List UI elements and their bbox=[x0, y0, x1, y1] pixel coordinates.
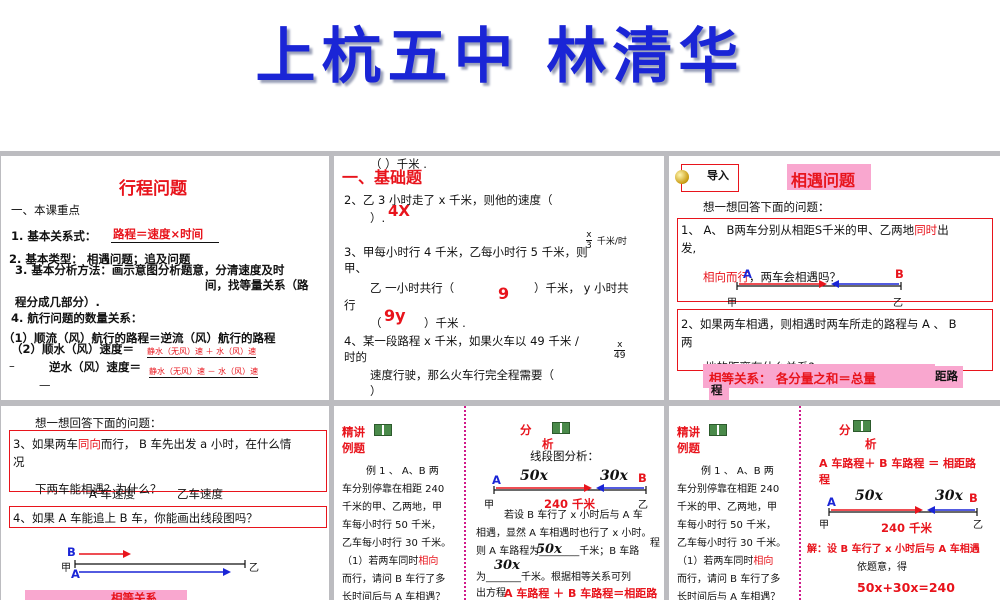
q3-line-c: 乙 一小时共行（ bbox=[370, 281, 455, 295]
q3-line-a: 3、甲每小时行 4 千米，乙每小时行 5 千米，则 bbox=[344, 245, 588, 259]
slide-meeting-problems[interactable]: 导入 相遇问题 想一想回答下面的问题： 1、 A、 B两车分别从相距S千米的甲、… bbox=[669, 156, 1000, 400]
line-3a: 3. 基本分析方法：画示意图分析题意，分清速度及时 bbox=[15, 263, 285, 277]
q3-line-d: ）千米， y 小时共 bbox=[534, 281, 629, 295]
chase-line-diagram bbox=[74, 550, 246, 576]
q3-line-f: （ bbox=[370, 316, 382, 330]
label-240km: 240 千米 bbox=[881, 521, 933, 535]
formula-distance: 路程＝速度×时间 bbox=[111, 226, 220, 243]
q4-line-d: ） bbox=[370, 384, 382, 398]
reason-line-2: 相遇，显然 A 车相遇时也行了 x 小时。 bbox=[476, 528, 652, 539]
reason-line-3b: 程 bbox=[650, 538, 660, 549]
fill-50x: 50x bbox=[536, 542, 562, 557]
location-jia: 甲 bbox=[819, 520, 829, 531]
slide-travel-problems[interactable]: 行程问题 一、本课重点 1. 基本关系式： 路程＝速度×时间 2. 基本类型： … bbox=[1, 156, 329, 400]
q4-line-c: 速度行驶，那么火车行完全程需要（ bbox=[370, 368, 554, 382]
line-3b: 间，找等量关系（路 bbox=[205, 278, 309, 292]
q3-line-g: ）千米 . bbox=[424, 316, 466, 330]
line-1-label: 1. 基本关系式： bbox=[11, 229, 97, 243]
section-label: 一、本课重点 bbox=[11, 203, 80, 217]
q3-line-e: 行 bbox=[344, 298, 356, 312]
location-jia: 甲 bbox=[61, 563, 71, 574]
q2-line-b: 两 bbox=[681, 335, 693, 349]
location-yi: 乙 bbox=[973, 520, 983, 531]
q4-line-a: 4、某一段路程 x 千米，如果火车以 49 千米 / bbox=[344, 334, 579, 348]
line-7-label: 逆水（风）速度＝ bbox=[49, 360, 141, 374]
q2-line-a: 2、如果两车相遇，则相遇时两车所走的路程与 A 、 B bbox=[681, 317, 957, 331]
slide-basic-questions[interactable]: （ ）千米 . 一、基础题 2、乙 3 小时走了 x 千米，则他的速度（ ）. … bbox=[334, 156, 664, 400]
line-6-label: （2）顺水（风）速度＝ bbox=[11, 342, 135, 356]
dash-2: — bbox=[39, 378, 51, 392]
frac-num: x bbox=[586, 230, 592, 241]
solution-equation: 50x+30x=240 bbox=[857, 580, 955, 595]
side-text-1: 距路 bbox=[935, 369, 958, 383]
formula-upstream: 静水（无风）速 － 水（风）速 bbox=[149, 367, 259, 378]
slide-same-direction[interactable]: 想一想回答下面的问题： 3、如果两车同向而行， B 车先出发 a 小时，在什么情… bbox=[1, 406, 329, 600]
answer-4x: 4X bbox=[388, 202, 411, 220]
side-text-2: 程 bbox=[711, 383, 723, 397]
slide-heading: 行程问题 bbox=[119, 179, 187, 199]
reason-line-1: 若设 B 车行了 x 小时后与 A 车 bbox=[504, 510, 643, 521]
segment-diagram bbox=[828, 506, 978, 516]
slide-example-1-analysis[interactable]: 精讲 例题 例 1 、 A、B 两 车分别停靠在相距 240 千米的甲、乙两地，… bbox=[334, 406, 664, 600]
answer-fraction-2: x 49 bbox=[614, 340, 626, 361]
section-basic: 一、基础题 bbox=[342, 168, 423, 187]
frac2-num: x bbox=[614, 340, 626, 351]
answer-fraction: x3 千米/时 bbox=[586, 230, 627, 251]
reason-line-5: 出方程 bbox=[476, 588, 506, 599]
equation-text: 相等关系： 各分量之和＝总量 bbox=[709, 371, 876, 386]
dash-1: – bbox=[9, 359, 15, 373]
solution-line-2: 依题意，得 bbox=[857, 562, 907, 573]
reason-line-4: 为_______千米。根据相等关系可列 bbox=[476, 572, 631, 583]
relation-bg bbox=[25, 590, 187, 600]
q3-line-b: 甲、 bbox=[344, 261, 367, 275]
frac2-den: 49 bbox=[614, 351, 626, 361]
location-jia: 甲 bbox=[484, 500, 494, 511]
reason-equation: A 车路程 ＋ B 车路程＝相距路 bbox=[504, 587, 658, 600]
line-4: 4. 航行问题的数量关系： bbox=[11, 311, 143, 325]
q4-line-b: 时的 bbox=[344, 350, 367, 364]
q2-line-a: 2、乙 3 小时走了 x 千米，则他的速度（ bbox=[344, 193, 553, 207]
line-3c: 程分成几部分）. bbox=[15, 295, 100, 309]
relation-label: 相等关系 bbox=[111, 591, 157, 600]
answer-9: 9 bbox=[498, 284, 510, 303]
formula-downstream: 静水（无风）速 ＋ 水（风）速 bbox=[147, 347, 257, 358]
frac-unit: 千米/时 bbox=[596, 237, 627, 247]
answer-9y: 9y bbox=[384, 306, 406, 325]
page-title: 上杭五中 林清华 bbox=[255, 22, 745, 92]
solution-line-1: 解：设 B 车行了 x 小时后与 A 车相遇 bbox=[807, 544, 980, 555]
slide-example-1-solution[interactable]: 精讲 例题 例 1 、 A、B 两 车分别停靠在相距 240 千米的甲、乙两地，… bbox=[669, 406, 1000, 600]
location-yi: 乙 bbox=[249, 563, 259, 574]
q2-line-b: ）. bbox=[370, 211, 386, 225]
